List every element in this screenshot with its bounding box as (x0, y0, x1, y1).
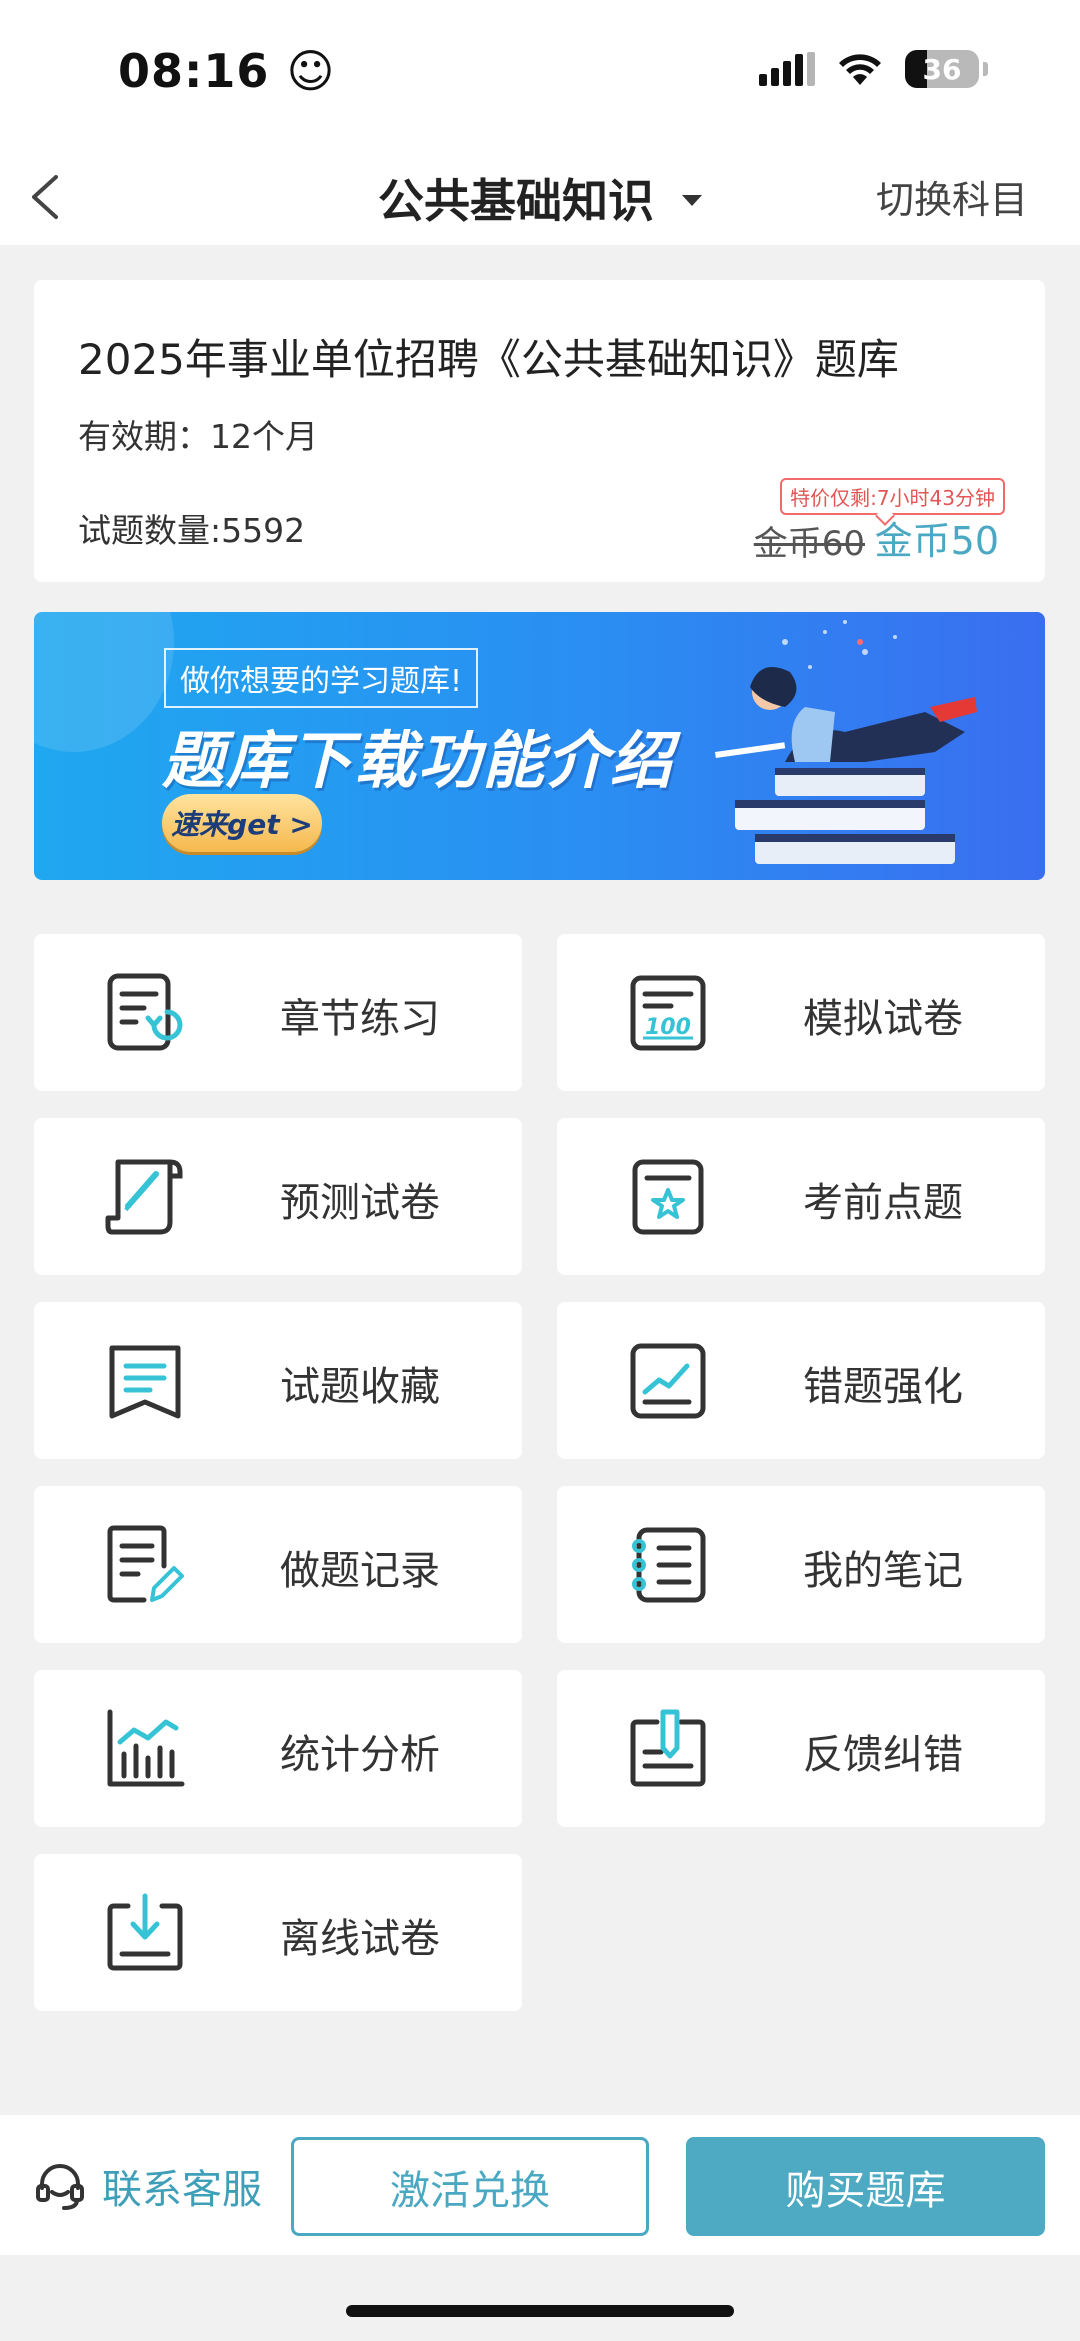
status-time: 08:16 ☺ (118, 44, 336, 98)
menu-tile-wrong-questions[interactable]: 错题强化 (557, 1302, 1045, 1459)
contact-support-button[interactable]: 联系客服 (32, 2157, 262, 2215)
menu-tile-statistics[interactable]: 统计分析 (34, 1670, 522, 1827)
menu-label: 离线试卷 (280, 1916, 440, 1962)
menu-label: 反馈纠错 (803, 1732, 963, 1778)
headset-icon (36, 2164, 84, 2210)
menu-tile-notebook[interactable]: 我的笔记 (557, 1486, 1045, 1643)
practice-record-icon (107, 1525, 184, 1603)
original-price: 金币60 (753, 524, 865, 564)
page-title: 公共基础知识 (378, 174, 654, 228)
menu-tile-mock-exam[interactable]: 100 模拟试卷 (557, 934, 1045, 1091)
page: 08:16 ☺ 36 公共基础知识 切换科目 2025年事业单位招聘《公共基础知… (0, 0, 1080, 2341)
chapter-practice-icon (107, 973, 183, 1051)
student-reading-illustration (715, 620, 977, 864)
offline-download-icon (107, 1893, 183, 1971)
menu-label: 统计分析 (280, 1732, 440, 1778)
caret-down-icon (682, 195, 702, 206)
battery-level: 36 (922, 52, 962, 86)
buy-question-bank-button[interactable]: 购买题库 (686, 2137, 1045, 2236)
switch-subject-button[interactable]: 切换科目 (876, 169, 1028, 224)
menu-label: 错题强化 (803, 1364, 963, 1410)
question-count: 试题数量:5592 (78, 511, 306, 550)
wrong-questions-icon (630, 1343, 706, 1419)
current-price: 金币50 (874, 519, 999, 563)
menu-label: 我的笔记 (803, 1548, 963, 1594)
mock-exam-icon: 100 (630, 975, 706, 1051)
menu-tile-offline-exam[interactable]: 离线试卷 (34, 1854, 522, 2011)
activate-redeem-button[interactable]: 激活兑换 (291, 2137, 649, 2236)
download-feature-banner[interactable]: 做你想要的学习题库! 题库下载功能介绍 速来get > (34, 612, 1045, 880)
favorites-icon (109, 1345, 181, 1419)
validity-period: 有效期：12个月 (78, 417, 318, 456)
banner-headline: 题库下载功能介绍 (162, 724, 675, 797)
menu-label: 试题收藏 (280, 1364, 440, 1410)
notebook-icon (632, 1527, 706, 1603)
menu-tile-feedback[interactable]: 反馈纠错 (557, 1670, 1045, 1827)
menu-label: 预测试卷 (280, 1180, 440, 1226)
battery-tip (983, 62, 988, 76)
menu-tile-favorites[interactable]: 试题收藏 (34, 1302, 522, 1459)
statistics-icon (107, 1709, 185, 1787)
status-icons: 36 (759, 50, 988, 88)
nav-bar: 公共基础知识 切换科目 (0, 145, 1080, 245)
forecast-exam-icon (105, 1159, 183, 1235)
menu-tile-practice-record[interactable]: 做题记录 (34, 1486, 522, 1643)
menu-label: 章节练习 (280, 996, 440, 1042)
battery-icon: 36 (905, 50, 979, 88)
pre-exam-tips-icon (632, 1159, 704, 1235)
banner-cta-button[interactable]: 速来get > (162, 794, 322, 852)
menu-tile-forecast-exam[interactable]: 预测试卷 (34, 1118, 522, 1275)
menu-tile-chapter-practice[interactable]: 章节练习 (34, 934, 522, 1091)
question-bank-title: 2025年事业单位招聘《公共基础知识》题库 (78, 335, 899, 384)
feedback-icon (630, 1709, 706, 1787)
menu-label: 模拟试卷 (803, 996, 963, 1042)
home-indicator[interactable] (346, 2305, 734, 2317)
menu-label: 考前点题 (803, 1180, 963, 1226)
menu-tile-pre-exam-tips[interactable]: 考前点题 (557, 1118, 1045, 1275)
status-bar: 08:16 ☺ 36 (0, 0, 1080, 145)
bottom-action-bar: 联系客服 激活兑换 购买题库 (0, 2115, 1080, 2255)
wifi-icon (839, 54, 881, 85)
banner-subtitle: 做你想要的学习题库! (164, 648, 479, 708)
cellular-signal-icon (759, 52, 815, 86)
menu-label: 做题记录 (280, 1548, 440, 1594)
svg-text:100: 100 (645, 1015, 691, 1040)
question-bank-info-card: 2025年事业单位招聘《公共基础知识》题库 有效期：12个月 试题数量:5592… (34, 280, 1045, 582)
contact-support-label: 联系客服 (102, 2167, 262, 2213)
